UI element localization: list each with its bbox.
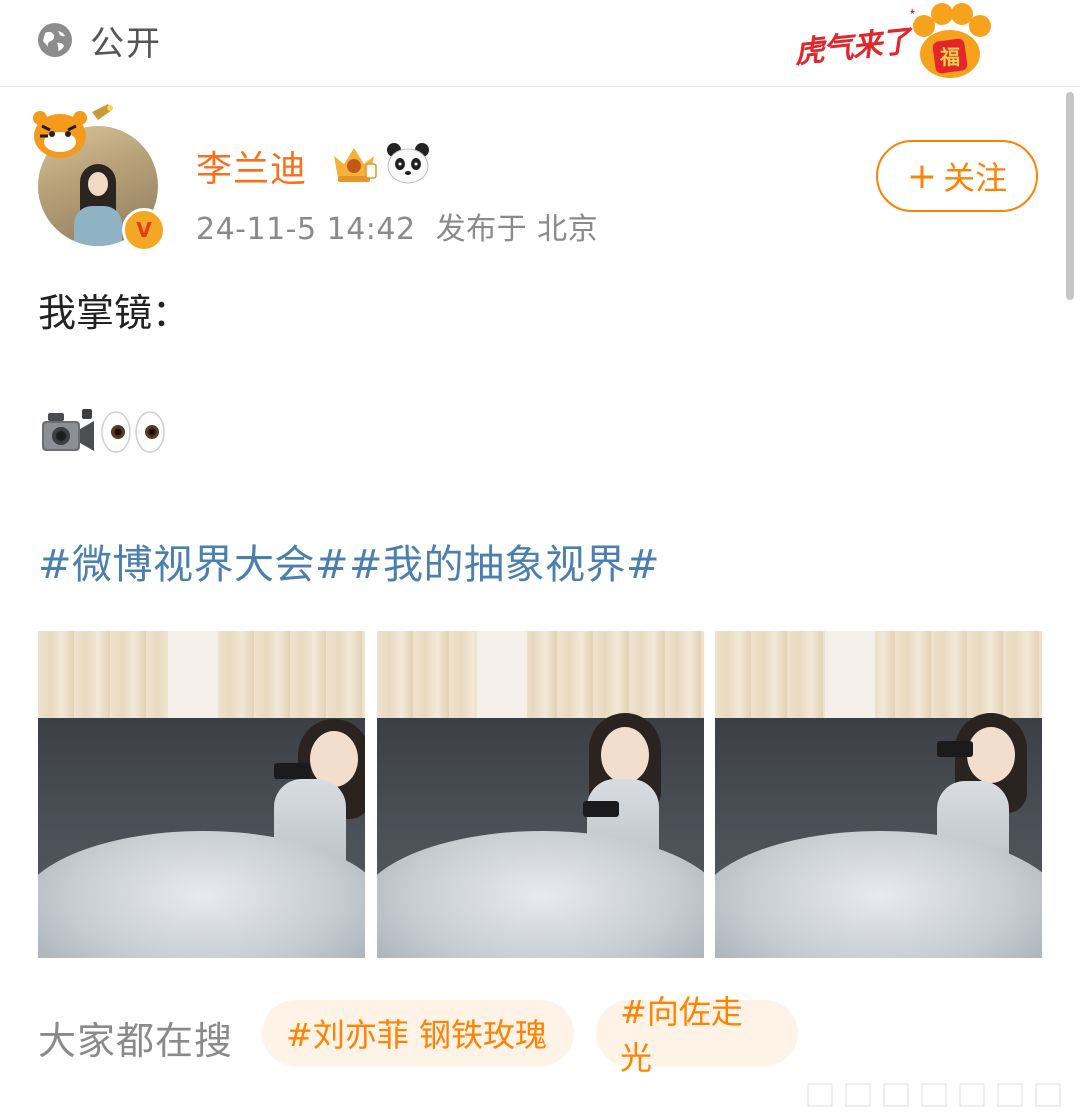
visibility-indicator[interactable]: 公开 [36, 18, 162, 64]
emoji-row [40, 404, 166, 460]
tiger-avatar-frame-icon [33, 104, 113, 158]
top-bar: 公开 虎气来了 福 [0, 0, 1080, 87]
globe-icon [38, 23, 72, 57]
trending-label: 大家都在搜 [38, 1019, 234, 1063]
photo-1[interactable] [38, 631, 365, 958]
verified-v-icon: V [122, 208, 166, 252]
follow-label: 关注 [943, 159, 1008, 197]
visibility-label: 公开 [90, 23, 162, 64]
post-text: 我掌镜： [38, 291, 191, 335]
panda-badge-icon[interactable] [384, 140, 432, 186]
badge-text: 虎气来了 [792, 24, 912, 71]
crown-badge-icon[interactable] [330, 142, 378, 184]
photo-2[interactable] [377, 631, 704, 958]
plus-icon: + [906, 155, 938, 197]
hashtag-links[interactable]: #微博视界大会##我的抽象视界# [38, 532, 660, 590]
tiger-paw-fu-icon: 福 [910, 3, 991, 78]
video-camera-icon [42, 409, 94, 451]
svg-text:福: 福 [939, 45, 960, 69]
eyes-icon [101, 411, 165, 453]
post-meta: 24-11-5 14:42 发布于 北京 [196, 212, 599, 247]
follow-button[interactable]: + 关注 [876, 140, 1038, 212]
photo-3[interactable] [715, 631, 1042, 958]
tiger-event-badge[interactable]: 虎气来了 福 [786, 0, 996, 82]
author-name[interactable]: 李兰迪 [196, 140, 307, 192]
page-indicator [807, 1083, 1061, 1107]
scrollbar[interactable] [1066, 92, 1074, 300]
trending-chip[interactable]: #向佐走光 [596, 993, 798, 1077]
trending-chip[interactable]: #刘亦菲 钢铁玫瑰 [262, 1000, 574, 1066]
